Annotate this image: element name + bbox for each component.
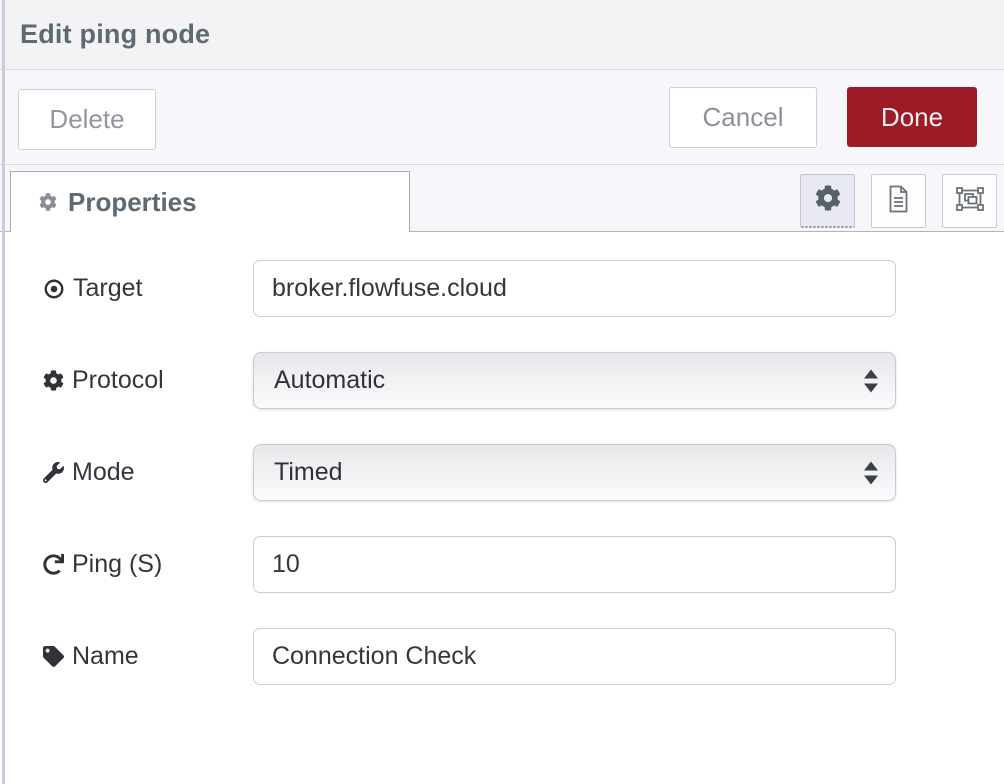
cancel-button[interactable]: Cancel: [669, 87, 817, 148]
mode-label-text: Mode: [72, 458, 135, 487]
dialog-button-bar: Delete Cancel Done: [0, 70, 1004, 165]
ping-label: Ping (S): [43, 550, 253, 579]
tab-properties-label: Properties: [68, 187, 197, 218]
edit-node-dialog: Edit ping node Delete Cancel Done Proper…: [0, 0, 1004, 784]
form-row-target: Target: [0, 260, 1004, 317]
refresh-icon: [43, 554, 64, 575]
document-icon: [886, 185, 911, 218]
mode-label: Mode: [43, 458, 253, 487]
target-icon: [43, 278, 65, 300]
wrench-icon: [43, 462, 64, 483]
name-label-text: Name: [72, 642, 139, 671]
ping-interval-input[interactable]: [253, 536, 896, 593]
tag-icon: [43, 646, 64, 667]
form-row-protocol: Protocol Automatic: [0, 352, 1004, 409]
form-row-ping: Ping (S): [0, 536, 1004, 593]
form-row-mode: Mode Timed: [0, 444, 1004, 501]
properties-form: Target Protocol Automatic: [0, 232, 1004, 685]
protocol-label: Protocol: [43, 366, 253, 395]
select-arrows-icon: [864, 461, 878, 484]
protocol-selected-value: Automatic: [274, 366, 385, 395]
dialog-header: Edit ping node: [0, 0, 1004, 70]
mode-select[interactable]: Timed: [253, 444, 896, 501]
tab-button-properties[interactable]: [800, 174, 855, 228]
gear-icon: [39, 193, 57, 211]
gear-icon: [43, 370, 64, 391]
name-input[interactable]: [253, 628, 896, 685]
done-button[interactable]: Done: [847, 87, 977, 147]
editor-tab-buttons: [800, 174, 997, 228]
editor-tab-bar: Properties: [0, 165, 1004, 232]
protocol-label-text: Protocol: [72, 366, 164, 395]
dialog-title: Edit ping node: [20, 19, 210, 50]
gear-icon: [815, 185, 841, 216]
tab-properties[interactable]: Properties: [10, 171, 410, 232]
select-arrows-icon: [864, 369, 878, 392]
dialog-left-edge: [2, 0, 5, 784]
tab-button-description[interactable]: [871, 174, 926, 228]
name-label: Name: [43, 642, 253, 671]
ping-label-text: Ping (S): [72, 550, 162, 579]
protocol-select[interactable]: Automatic: [253, 352, 896, 409]
target-label: Target: [43, 274, 253, 303]
target-label-text: Target: [73, 274, 142, 303]
delete-button[interactable]: Delete: [18, 89, 156, 150]
tab-button-appearance[interactable]: [942, 174, 997, 228]
object-group-icon: [956, 185, 984, 218]
target-input[interactable]: [253, 260, 896, 317]
form-row-name: Name: [0, 628, 1004, 685]
mode-selected-value: Timed: [274, 458, 343, 487]
